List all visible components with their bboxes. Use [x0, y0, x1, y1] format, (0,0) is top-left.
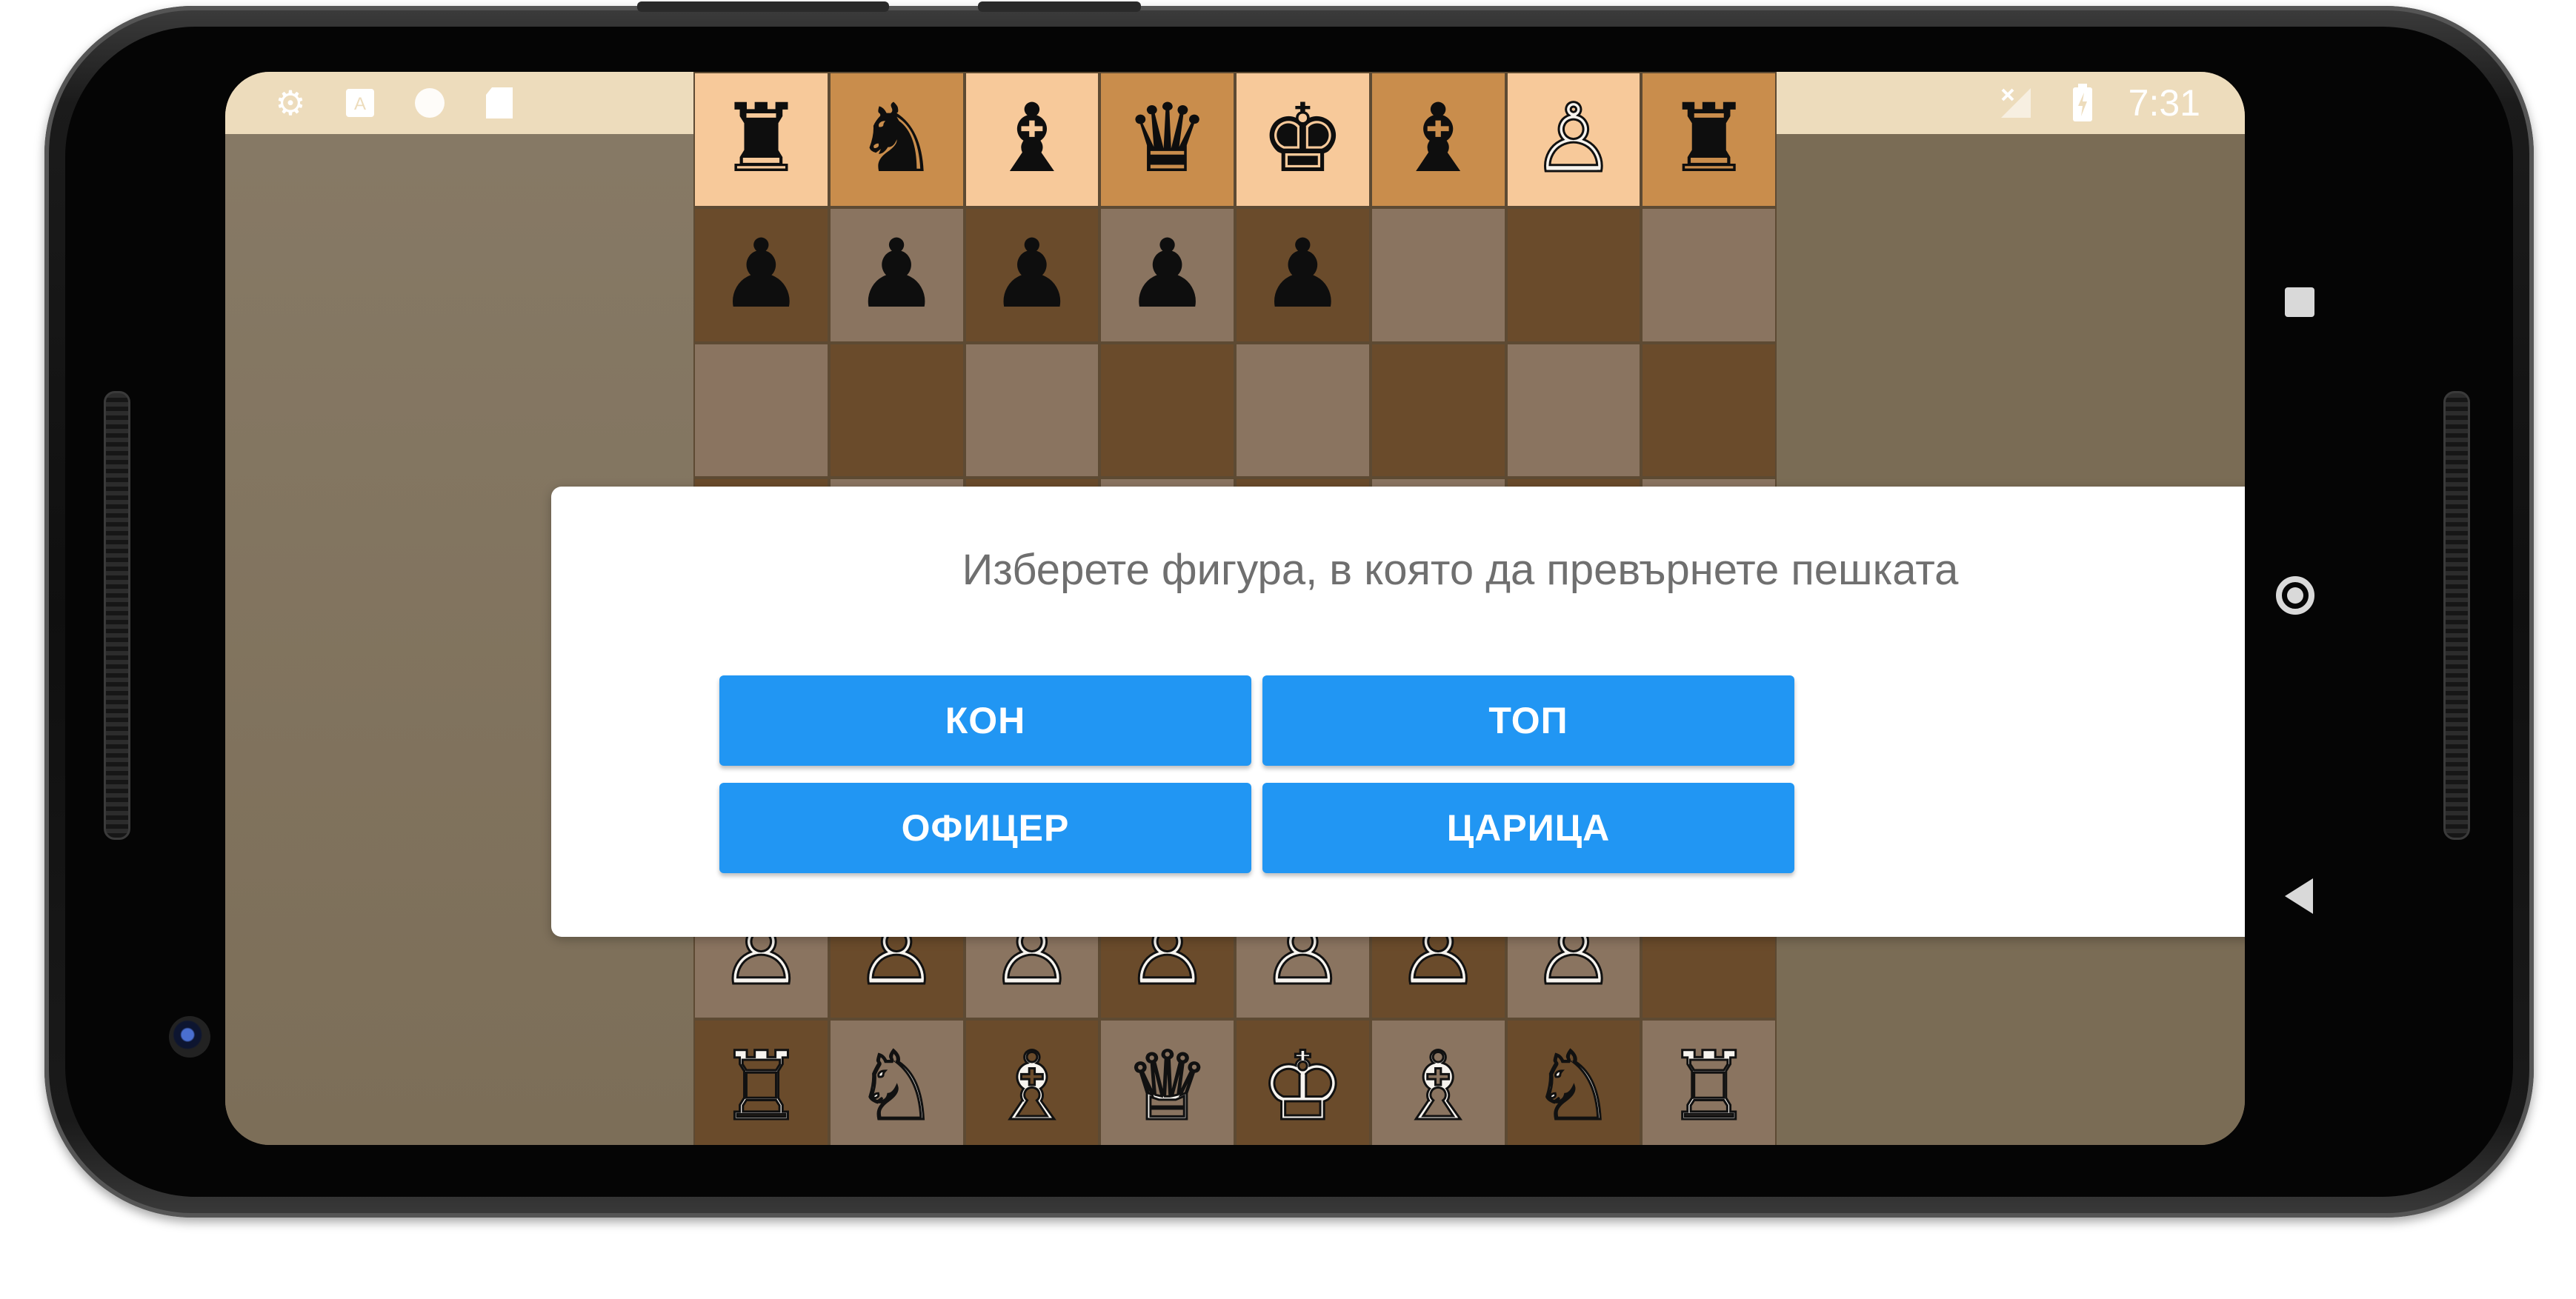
board-square[interactable]: [693, 342, 829, 478]
volume-button: [637, 1, 889, 12]
board-square[interactable]: ♜: [693, 72, 829, 207]
board-square[interactable]: ♕: [1099, 1019, 1235, 1145]
no-signal-icon: [1995, 82, 2037, 124]
recents-button[interactable]: [2285, 287, 2314, 317]
status-time: 7:31: [2128, 82, 2200, 124]
board-square[interactable]: [1235, 342, 1371, 478]
board-square[interactable]: ♟: [693, 207, 829, 343]
chess-piece-icon[interactable]: ♚: [1260, 92, 1345, 187]
board-square[interactable]: ♞: [828, 72, 965, 207]
knight-button[interactable]: КОН: [719, 675, 1251, 766]
chess-piece-icon[interactable]: ♟: [990, 227, 1075, 322]
app-screen: ⚙ A 7:31 ♜ ♞ ♝ ♛ ♚ ♝ ♙ ♜ ♟ ♟ ♟ ♟ ♟ ♙ ♙ ♙ ♙ ♙ ♙ ♙ ♖ ♘ ♗ ♕ ♔ ♗ ♘ ♖ Из…: [225, 72, 2245, 1145]
board-square[interactable]: [1505, 207, 1642, 343]
status-right-icons: 7:31: [1995, 81, 2200, 125]
settings-icon: ⚙: [275, 84, 306, 122]
chess-piece-icon[interactable]: ♘: [853, 1038, 940, 1135]
chess-piece-icon[interactable]: ♖: [718, 1038, 805, 1135]
chess-piece-icon[interactable]: ♞: [854, 92, 939, 187]
board-square[interactable]: ♝: [1370, 72, 1506, 207]
chess-piece-icon[interactable]: ♗: [1394, 1038, 1482, 1135]
board-square[interactable]: ♛: [1099, 72, 1235, 207]
chess-piece-icon[interactable]: ♟: [1125, 227, 1210, 322]
battery-charging-icon: [2062, 82, 2103, 124]
board-square[interactable]: ♘: [1505, 1019, 1642, 1145]
svg-text:A: A: [354, 94, 366, 114]
front-camera: [169, 1016, 210, 1058]
circle-icon: [409, 82, 450, 124]
board-square[interactable]: ♗: [1370, 1019, 1506, 1145]
sd-card-icon: [479, 82, 520, 124]
rook-button[interactable]: ТОП: [1262, 675, 1794, 766]
chess-piece-icon[interactable]: ♕: [1124, 1038, 1211, 1135]
chess-piece-icon[interactable]: ♙: [1530, 90, 1617, 187]
board-square[interactable]: ♚: [1235, 72, 1371, 207]
board-square[interactable]: ♖: [1641, 1019, 1777, 1145]
board-square[interactable]: ♝: [964, 72, 1100, 207]
board-square[interactable]: [1370, 207, 1506, 343]
chess-piece-icon[interactable]: ♟: [1260, 227, 1345, 322]
board-square[interactable]: ♟: [828, 207, 965, 343]
chess-piece-icon[interactable]: ♔: [1259, 1038, 1347, 1135]
promotion-dialog: Изберете фигура, в която да превърнете п…: [551, 487, 2245, 937]
board-square[interactable]: ♗: [964, 1019, 1100, 1145]
navigation-bar: [2252, 0, 2475, 1299]
board-square[interactable]: [1370, 342, 1506, 478]
board-square[interactable]: ♔: [1235, 1019, 1371, 1145]
bishop-button[interactable]: ОФИЦЕР: [719, 783, 1251, 873]
status-left-icons: ⚙ A: [270, 82, 520, 124]
board-square[interactable]: ♙: [1505, 72, 1642, 207]
queen-button[interactable]: ЦАРИЦА: [1262, 783, 1794, 873]
chess-piece-icon[interactable]: ♜: [1666, 92, 1751, 187]
left-speaker-grille: [104, 391, 130, 840]
board-square[interactable]: ♟: [1235, 207, 1371, 343]
board-square[interactable]: [1641, 342, 1777, 478]
chess-piece-icon[interactable]: ♘: [1530, 1038, 1617, 1135]
board-square[interactable]: [1099, 342, 1235, 478]
board-square[interactable]: ♖: [693, 1019, 829, 1145]
back-button[interactable]: [2285, 878, 2313, 914]
board-square[interactable]: [828, 342, 965, 478]
board-square[interactable]: [1641, 207, 1777, 343]
board-square[interactable]: ♘: [828, 1019, 965, 1145]
chess-piece-icon[interactable]: ♜: [719, 92, 804, 187]
chess-piece-icon[interactable]: ♗: [988, 1038, 1076, 1135]
chess-piece-icon[interactable]: ♝: [990, 92, 1075, 187]
chess-piece-icon[interactable]: ♝: [1396, 92, 1481, 187]
chess-piece-icon[interactable]: ♟: [854, 227, 939, 322]
board-square[interactable]: ♜: [1641, 72, 1777, 207]
board-square[interactable]: ♟: [964, 207, 1100, 343]
dialog-title: Изберете фигура, в която да превърнете п…: [962, 546, 1959, 594]
board-square[interactable]: [1505, 342, 1642, 478]
home-button[interactable]: [2276, 576, 2314, 615]
chess-piece-icon[interactable]: ♟: [719, 227, 804, 322]
power-button: [978, 1, 1141, 12]
board-square[interactable]: [964, 342, 1100, 478]
keyboard-icon: A: [339, 82, 381, 124]
chess-piece-icon[interactable]: ♛: [1125, 92, 1210, 187]
board-square[interactable]: ♟: [1099, 207, 1235, 343]
chess-piece-icon[interactable]: ♖: [1665, 1038, 1753, 1135]
